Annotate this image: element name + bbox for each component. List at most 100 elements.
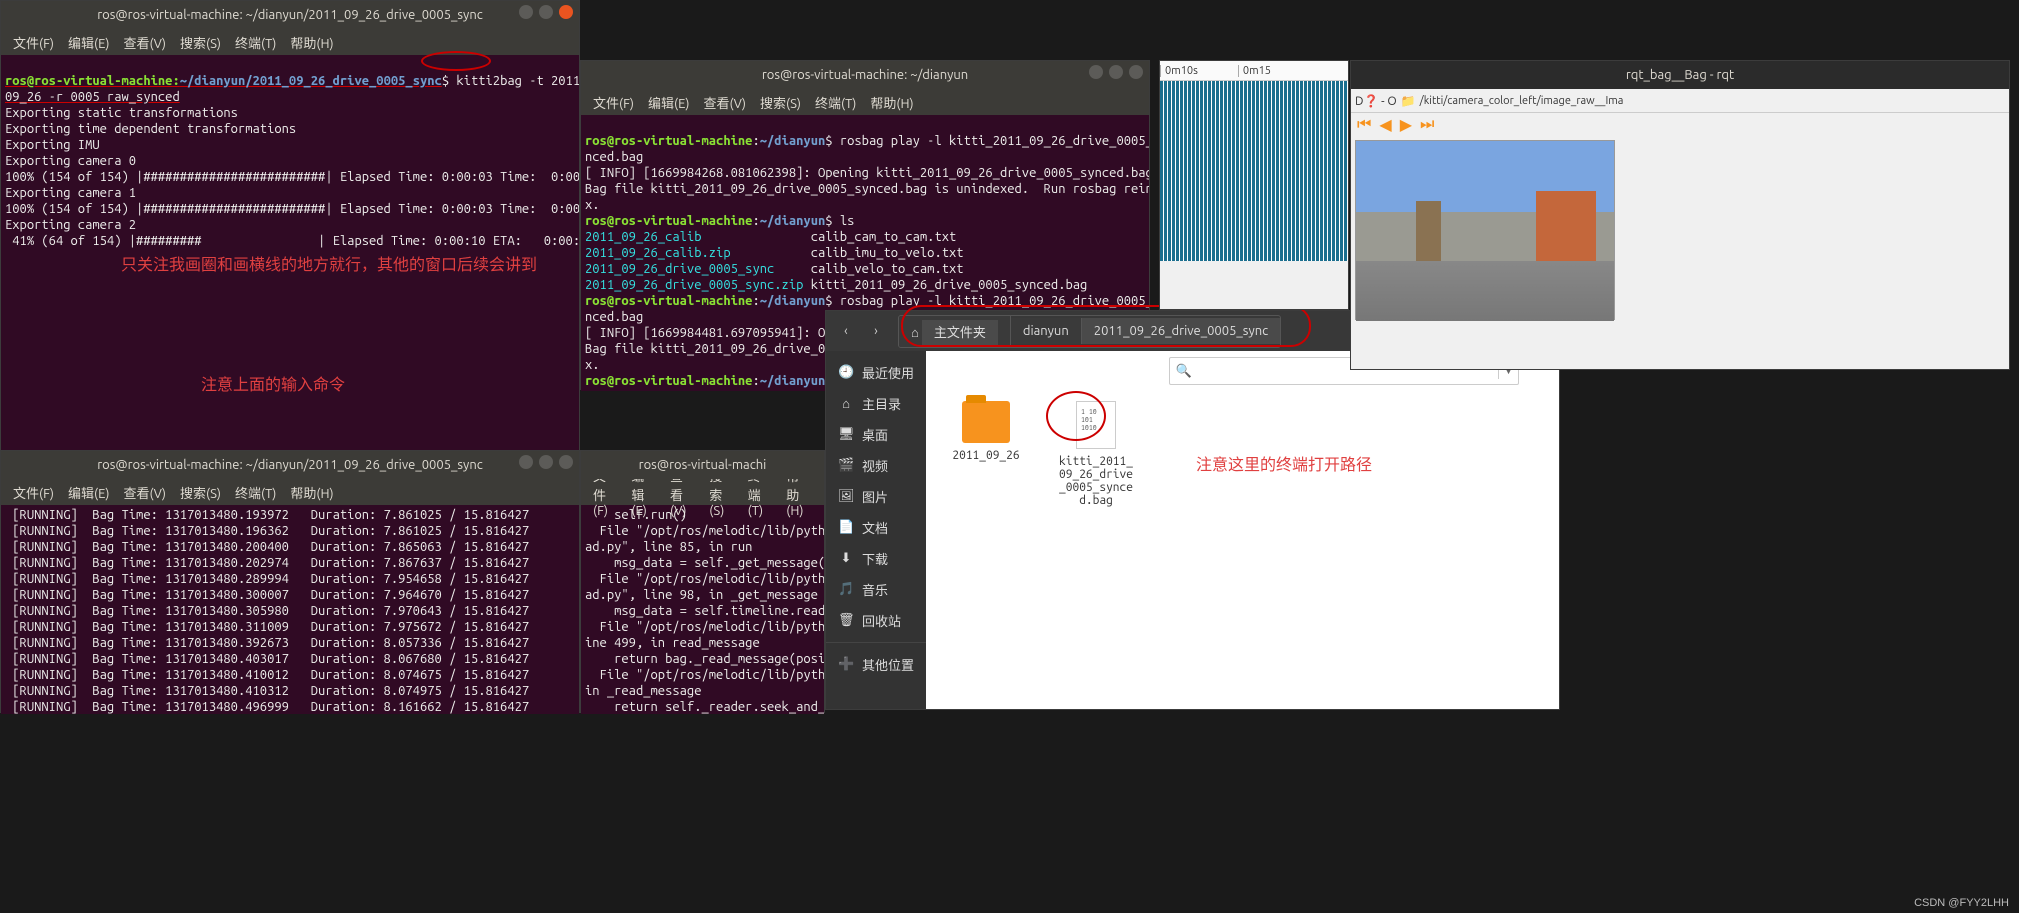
ls-item: 2011_09_26_drive_0005_sync: [585, 262, 774, 276]
terminal-4[interactable]: ros@ros-virtual-machi 文件(F)编辑(E)查看(V)搜索(…: [580, 450, 825, 713]
maximize-button[interactable]: [1109, 65, 1123, 79]
sidebar-label: 文档: [862, 518, 888, 537]
titlebar[interactable]: ros@ros-virtual-machine: ~/dianyun/2011_…: [1, 451, 579, 479]
back-button[interactable]: ‹: [834, 319, 858, 343]
menu-file[interactable]: 文件(F): [7, 31, 60, 54]
titlebar[interactable]: ros@ros-virtual-machi: [581, 451, 824, 479]
terminal-1[interactable]: ros@ros-virtual-machine: ~/dianyun/2011_…: [0, 0, 580, 450]
ls-item: calib_cam_to_cam.txt: [811, 230, 957, 244]
sidebar-item[interactable]: 📄文档: [826, 512, 926, 543]
tick: 0m15: [1238, 65, 1311, 77]
sidebar-label: 下载: [862, 549, 888, 568]
sidebar-item[interactable]: 🕘最近使用: [826, 357, 926, 388]
forward-button[interactable]: ›: [864, 319, 888, 343]
ls-item: calib_imu_to_velo.txt: [811, 246, 964, 260]
titlebar[interactable]: rqt_bag__Bag - rqt: [1351, 61, 2009, 89]
line: 41% (64 of 154) |######### | Elapsed Tim…: [5, 234, 579, 248]
rqt-bag[interactable]: rqt_bag__Bag - rqt D❓ - O 📁 /kitti/camer…: [1350, 60, 2010, 370]
line: Exporting static transformations: [5, 106, 238, 120]
sidebar-item[interactable]: 🖼图片: [826, 481, 926, 512]
minimize-button[interactable]: [519, 5, 533, 19]
folder-item[interactable]: 2011_09_26: [946, 401, 1026, 507]
sidebar-label: 桌面: [862, 425, 888, 444]
watermark: CSDN @FYY2LHH: [1914, 897, 2009, 909]
menu-terminal[interactable]: 终端(T): [809, 91, 862, 114]
sidebar-icon: 🗑: [838, 613, 854, 628]
folder-icon[interactable]: 📁: [1401, 94, 1416, 108]
menu-help[interactable]: 帮助(H): [284, 31, 339, 54]
close-button[interactable]: [1129, 65, 1143, 79]
menu-file[interactable]: 文件(F): [7, 481, 60, 504]
minimize-button[interactable]: [1089, 65, 1103, 79]
ls-item: 2011_09_26_calib: [585, 230, 701, 244]
window-title: ros@ros-virtual-machi: [639, 458, 767, 472]
menu-help[interactable]: 帮助(H): [864, 91, 919, 114]
terminal-3[interactable]: ros@ros-virtual-machine: ~/dianyun/2011_…: [0, 450, 580, 713]
terminal-body[interactable]: [RUNNING] Bag Time: 1317013480.193972 Du…: [1, 505, 579, 714]
circle-annotation: [901, 305, 1311, 347]
menu-edit[interactable]: 编辑(E): [62, 31, 115, 54]
file-manager[interactable]: ‹ › ⌂ 主文件夹 dianyun 2011_09_26_drive_0005…: [825, 310, 1560, 710]
sidebar-item[interactable]: ⌂主目录: [826, 388, 926, 419]
toolbar-text[interactable]: D❓ - O: [1355, 94, 1397, 108]
timeline-data[interactable]: [1160, 81, 1348, 261]
fm-content[interactable]: 🔍 ▾ 2011_09_26 1 10 101 1010 kitti_2011_…: [926, 351, 1559, 709]
menu-edit[interactable]: 编辑(E): [642, 91, 695, 114]
sidebar-label: 视频: [862, 456, 888, 475]
menu-search[interactable]: 搜索(S): [174, 481, 227, 504]
menu-edit[interactable]: 编辑(E): [62, 481, 115, 504]
sidebar-icon: ⌂: [838, 396, 854, 411]
sidebar-item[interactable]: ➕其他位置: [826, 649, 926, 680]
playback-controls: ⏮ ◀ ▶ ⏭: [1351, 113, 2009, 136]
sidebar-item[interactable]: 🎬视频: [826, 450, 926, 481]
nav-buttons: ‹ ›: [834, 319, 888, 343]
menu-help[interactable]: 帮助(H): [284, 481, 339, 504]
sidebar-label: 其他位置: [862, 655, 914, 674]
sidebar-label: 音乐: [862, 580, 888, 599]
circle-annotation: [421, 51, 491, 71]
close-button[interactable]: [559, 5, 573, 19]
sidebar-item[interactable]: 🖥 桌面: [826, 419, 926, 450]
timeline-ruler[interactable]: 0m10s 0m15: [1160, 61, 1348, 81]
skip-forward-icon[interactable]: ⏭: [1420, 115, 1434, 134]
ls-item: 2011_09_26_drive_0005_sync.zip: [585, 278, 803, 292]
prompt-user: ros@ros-virtual-machine: [585, 294, 752, 308]
menu-terminal[interactable]: 终端(T): [229, 481, 282, 504]
menu-view[interactable]: 查看(V): [118, 31, 172, 54]
prev-icon[interactable]: ◀: [1379, 115, 1391, 134]
line: 100% (154 of 154) |#####################…: [5, 202, 579, 216]
maximize-button[interactable]: [539, 5, 553, 19]
cmd: $ kitti2bag -t 2011_: [442, 74, 579, 88]
close-button[interactable]: [559, 455, 573, 469]
titlebar[interactable]: ros@ros-virtual-machine: ~/dianyun: [581, 61, 1149, 89]
menu-view[interactable]: 查看(V): [118, 481, 172, 504]
ls-item: 2011_09_26_calib.zip: [585, 246, 731, 260]
sidebar-label: 图片: [862, 487, 888, 506]
maximize-button[interactable]: [539, 455, 553, 469]
titlebar[interactable]: ros@ros-virtual-machine: ~/dianyun/2011_…: [1, 1, 579, 29]
annotation-3: 注意这里的终端打开路径: [1196, 451, 1372, 475]
minimize-button[interactable]: [519, 455, 533, 469]
sidebar-item[interactable]: ⬇下载: [826, 543, 926, 574]
annotation-1: 只关注我画圈和画横线的地方就行，其他的窗口后续会讲到: [121, 251, 537, 275]
menu-search[interactable]: 搜索(S): [174, 31, 227, 54]
line: [ INFO] [1669984268.081062398]: Opening …: [585, 166, 1149, 180]
sidebar-item[interactable]: 🗑回收站: [826, 605, 926, 636]
topic-path: /kitti/camera_color_left/image_raw__Ima: [1420, 95, 1624, 107]
cmd2: 09_26 -r 0005 raw_synced: [5, 90, 180, 104]
menu-terminal[interactable]: 终端(T): [229, 31, 282, 54]
menu-search[interactable]: 搜索(S): [754, 91, 807, 114]
skip-back-icon[interactable]: ⏮: [1357, 115, 1371, 134]
menu-view[interactable]: 查看(V): [698, 91, 752, 114]
menu-file[interactable]: 文件(F): [587, 91, 640, 114]
prompt-user: ros@ros-virtual-machine: [585, 374, 752, 388]
sidebar-item[interactable]: 🎵音乐: [826, 574, 926, 605]
line: Exporting time dependent transformations: [5, 122, 296, 136]
prompt-user: ros@ros-virtual-machine: [585, 214, 752, 228]
window-title: ros@ros-virtual-machine: ~/dianyun/2011_…: [97, 8, 483, 22]
terminal-body[interactable]: self.run() File "/opt/ros/melodic/lib/py…: [581, 505, 824, 714]
rqt-timeline[interactable]: 0m10s 0m15: [1159, 60, 1349, 310]
line: Bag file kitti_2011_09_26_drive_0005_syn…: [585, 182, 1149, 196]
next-icon[interactable]: ▶: [1400, 115, 1412, 134]
sidebar-icon: 🖥: [838, 427, 854, 442]
